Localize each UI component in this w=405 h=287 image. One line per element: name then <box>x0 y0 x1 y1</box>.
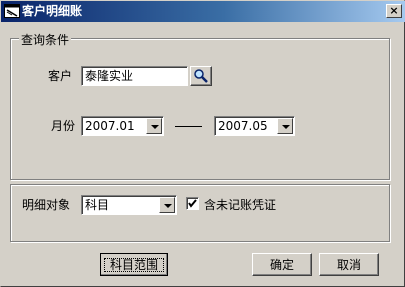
customer-input[interactable]: 泰隆实业 <box>81 66 188 86</box>
detail-object-label: 明细对象 <box>22 198 71 212</box>
ok-button[interactable]: 确定 <box>252 253 312 276</box>
subject-range-button[interactable]: 科目范围 <box>100 253 168 276</box>
month-to-dropdown-button[interactable] <box>277 118 293 134</box>
close-button[interactable]: × <box>386 4 402 18</box>
customer-value: 泰隆实业 <box>85 69 134 83</box>
chevron-down-icon <box>282 125 290 129</box>
month-label: 月份 <box>51 119 76 133</box>
query-conditions-group: 查询条件 <box>10 31 390 180</box>
detail-object-dropdown-button[interactable] <box>159 197 175 213</box>
window-title: 客户明细账 <box>22 4 83 18</box>
detail-object-group <box>10 184 390 242</box>
cancel-button[interactable]: 取消 <box>319 253 379 276</box>
title-bar[interactable]: 客户明细账 × <box>1 1 405 22</box>
customer-label: 客户 <box>48 69 73 83</box>
subject-range-label: 科目范围 <box>104 258 164 272</box>
chevron-down-icon <box>164 204 172 208</box>
dialog-window: 客户明细账 × 查询条件 客户 泰隆实业 月份 2007.01 2007.05 … <box>0 0 405 287</box>
month-from-value: 2007.01 <box>85 119 135 133</box>
include-unposted-label[interactable]: 含未记账凭证 <box>204 198 276 212</box>
month-range-separator <box>175 126 202 127</box>
query-conditions-legend: 查询条件 <box>19 31 72 48</box>
ok-label: 确定 <box>269 258 294 272</box>
detail-object-select[interactable]: 科目 <box>81 195 177 215</box>
month-to-select[interactable]: 2007.05 <box>214 116 295 136</box>
include-unposted-checkbox[interactable] <box>186 197 199 210</box>
cancel-label: 取消 <box>336 258 361 272</box>
month-from-select[interactable]: 2007.01 <box>81 116 164 136</box>
chevron-down-icon <box>151 125 159 129</box>
month-to-value: 2007.05 <box>218 119 268 133</box>
close-icon: × <box>389 4 399 17</box>
ledger-app-icon <box>4 4 20 18</box>
customer-search-button[interactable] <box>190 66 212 86</box>
month-from-dropdown-button[interactable] <box>146 118 162 134</box>
search-icon <box>194 69 208 83</box>
check-icon <box>188 199 197 208</box>
detail-object-value: 科目 <box>85 198 110 212</box>
